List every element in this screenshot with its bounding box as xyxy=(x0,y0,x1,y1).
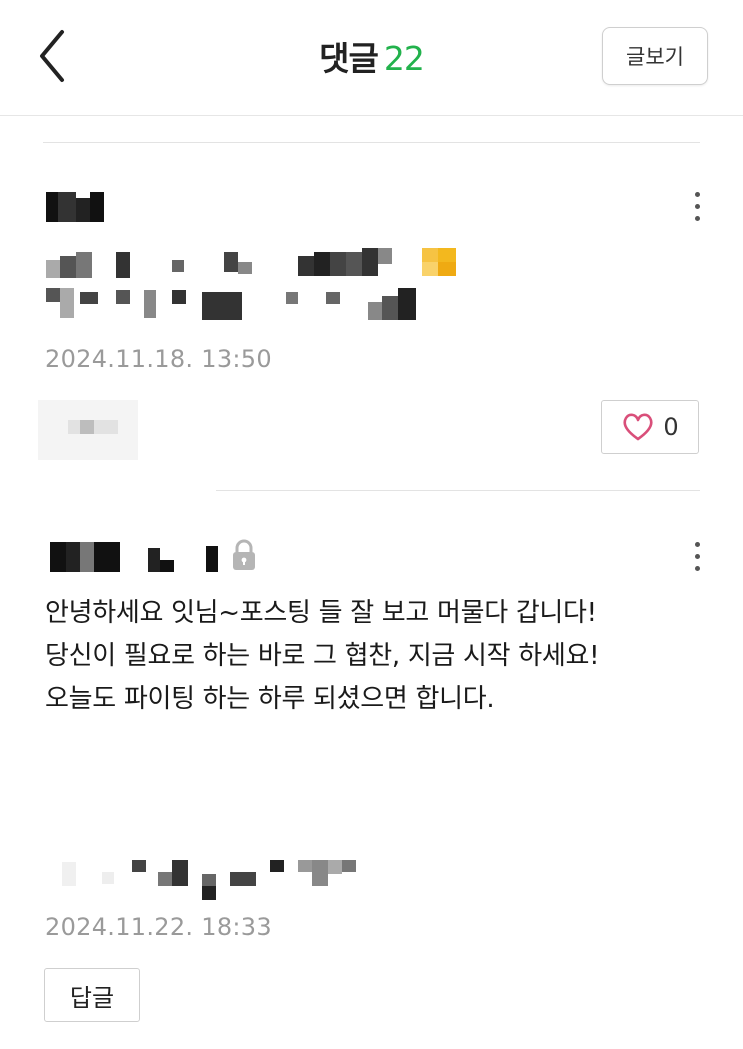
more-options-icon[interactable] xyxy=(687,188,707,228)
view-post-button[interactable]: 글보기 xyxy=(602,27,708,85)
reply-area-redacted xyxy=(38,400,138,460)
lock-icon xyxy=(233,539,255,570)
comment-count: 22 xyxy=(383,39,425,78)
comment-divider xyxy=(216,490,700,491)
comment-text-redacted xyxy=(46,248,466,322)
author-name-redacted xyxy=(50,542,220,572)
heart-outline-icon xyxy=(623,413,653,441)
more-options-icon[interactable] xyxy=(687,538,707,578)
comment-timestamp: 2024.11.18. 13:50 xyxy=(45,345,272,373)
reply-button[interactable]: 답글 xyxy=(44,968,140,1022)
like-count: 0 xyxy=(663,413,679,441)
like-button[interactable]: 0 xyxy=(601,400,699,454)
comment-text-line: 오늘도 파이팅 하는 하루 되셨으면 합니다. xyxy=(45,684,495,714)
comment-text-line: 당신이 필요로 하는 바로 그 협찬, 지금 시작 하세요! xyxy=(45,641,600,671)
page-title-label: 댓글 xyxy=(319,39,379,78)
comment-text-line: 안녕하세요 잇님~포스팅 들 잘 보고 머물다 갑니다! xyxy=(45,598,597,628)
author-name-redacted xyxy=(46,192,106,222)
comments-header: 댓글 22 글보기 xyxy=(0,0,743,116)
list-top-divider xyxy=(43,142,700,143)
link-redacted xyxy=(62,858,362,902)
comment-text: 안녕하세요 잇님~포스팅 들 잘 보고 머물다 갑니다! 당신이 필요로 하는 … xyxy=(45,592,725,721)
comment-timestamp: 2024.11.22. 18:33 xyxy=(45,913,272,941)
